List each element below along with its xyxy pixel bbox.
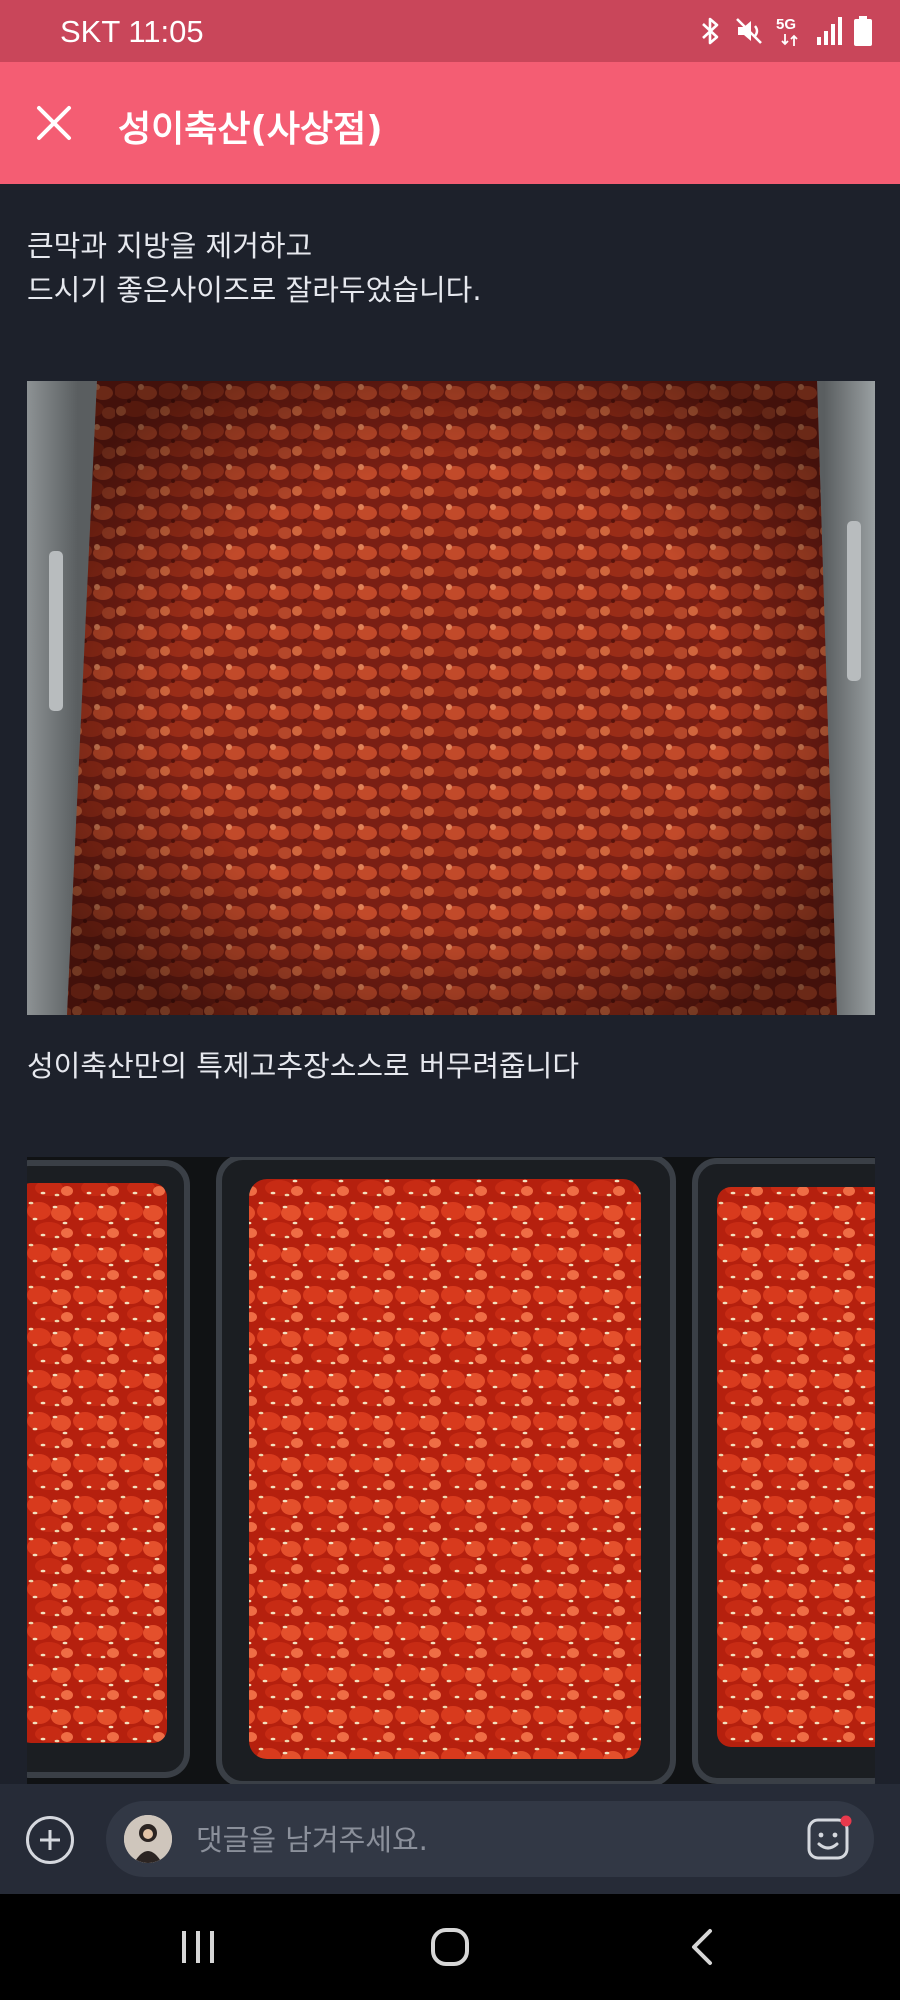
- page-title: 성이축산(사상점): [118, 109, 383, 150]
- status-bar: SKT 11:05 5G: [0, 0, 900, 62]
- system-nav-bar: [0, 1894, 900, 2000]
- close-icon: [37, 106, 71, 140]
- plus-circle-icon: [40, 1830, 60, 1850]
- emoji-icon: [807, 1815, 852, 1860]
- post-content[interactable]: 큰막과 지방을 제거하고 드시기 좋은사이즈로 잘라두었습니다. 성이축산만의 …: [0, 184, 900, 1784]
- comment-input[interactable]: [194, 1801, 778, 1879]
- comment-bar: [0, 1784, 900, 1894]
- home-icon: [431, 1928, 469, 1966]
- back-button[interactable]: [662, 1922, 742, 1972]
- back-icon: [692, 1929, 712, 1965]
- status-icons: 5G: [700, 14, 872, 48]
- emoji-button[interactable]: [806, 1815, 852, 1861]
- signal-icon: [817, 17, 842, 45]
- post-photo-1[interactable]: [27, 381, 875, 1015]
- comment-input-container[interactable]: [106, 1801, 874, 1879]
- 5g-label: 5G: [776, 16, 797, 33]
- recent-apps-icon: [182, 1931, 214, 1963]
- close-button[interactable]: [24, 93, 84, 153]
- bluetooth-icon: [702, 17, 719, 45]
- post-paragraph-1-line-2: 드시기 좋은사이즈로 잘라두었습니다.: [27, 273, 482, 307]
- add-attachment-button[interactable]: [26, 1816, 74, 1864]
- post-paragraph-1-line-1: 큰막과 지방을 제거하고: [27, 229, 313, 263]
- avatar: [124, 1815, 172, 1863]
- home-button[interactable]: [410, 1922, 490, 1972]
- status-time: SKT 11:05: [60, 14, 204, 49]
- vibrate-mute-icon: [736, 18, 762, 44]
- battery-icon: [854, 16, 872, 46]
- post-paragraph-2: 성이축산만의 특제고추장소스로 버무려줍니다: [27, 1049, 580, 1083]
- app-bar: 성이축산(사상점): [0, 62, 900, 184]
- post-paragraph-1: 큰막과 지방을 제거하고 드시기 좋은사이즈로 잘라두었습니다.: [27, 224, 482, 312]
- notification-dot: [840, 1815, 852, 1827]
- 5g-icon: 5G: [776, 16, 804, 46]
- post-photo-2[interactable]: [27, 1157, 875, 1784]
- recent-apps-button[interactable]: [158, 1922, 238, 1972]
